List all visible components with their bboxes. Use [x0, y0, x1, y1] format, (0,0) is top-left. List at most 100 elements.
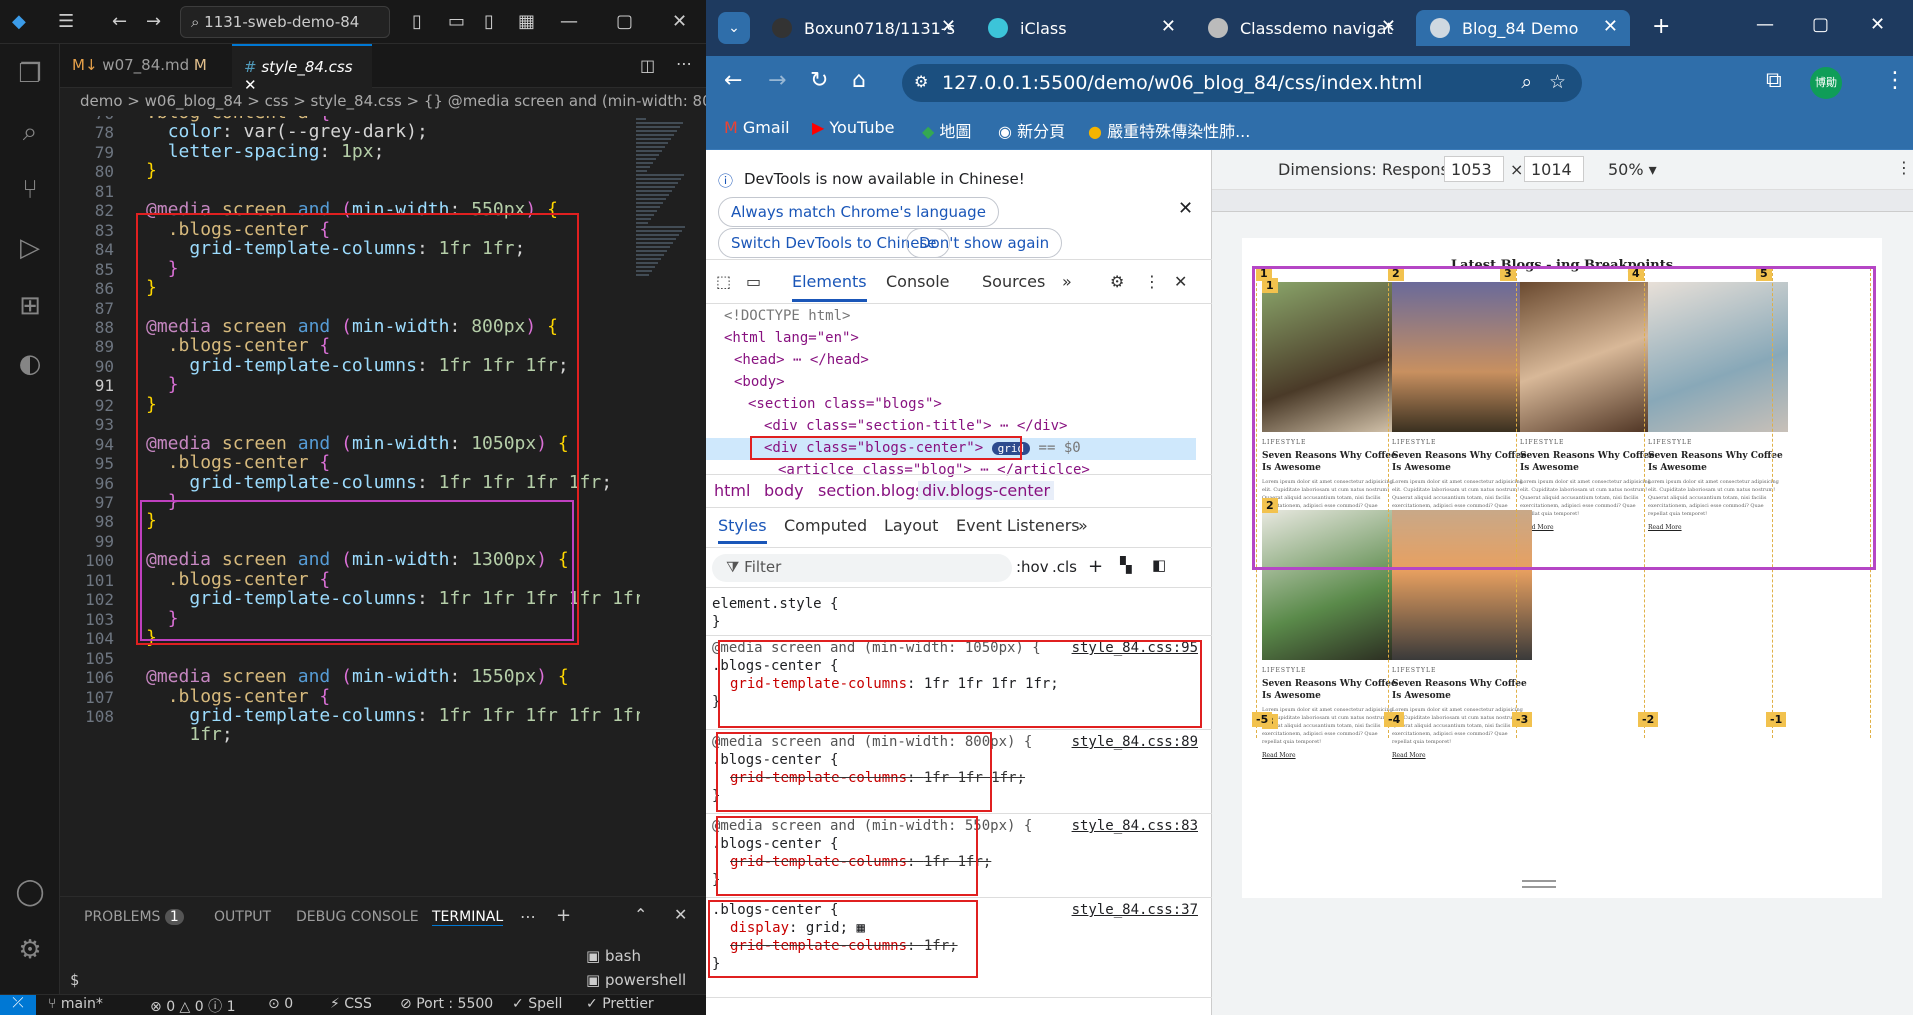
live-server-indicator[interactable]: ⊘ Port : 5500 [400, 996, 493, 1012]
terminal-item-powershell[interactable]: ▣ powershell [586, 971, 686, 989]
height-input[interactable]: 1014 [1524, 156, 1584, 182]
breadcrumb[interactable]: demo > w06_blog_84 > css > style_84.css … [60, 88, 706, 116]
doctype-node[interactable]: <!DOCTYPE html> [706, 306, 1196, 328]
rule-element-style[interactable]: element.style { } [706, 588, 1212, 636]
new-tab-icon[interactable]: + [1652, 14, 1670, 39]
devtools-menu-icon[interactable]: ⋮ [1144, 272, 1160, 291]
layout-icon[interactable]: ▦ [518, 11, 535, 32]
language-indicator[interactable]: ⚡ CSS [330, 996, 372, 1012]
chrome-tab-github[interactable]: Boxun0718/1131-s ✕ [758, 10, 968, 46]
panel-tab-terminal[interactable]: TERMINAL [432, 909, 504, 926]
hov-toggle[interactable]: :hov [1016, 558, 1049, 576]
section-title-node[interactable]: <div class="section-title"> ⋯ </div> [706, 416, 1196, 438]
rule-source-link[interactable]: style_84.css:83 [1072, 818, 1198, 834]
bookmark-new-tab[interactable]: ◉ 新分頁 [998, 118, 1065, 142]
minimize-icon[interactable]: — [1756, 14, 1774, 35]
tab-console[interactable]: Console [886, 272, 950, 291]
settings-gear-icon[interactable]: ⚙ [12, 932, 48, 968]
code-line[interactable]: 1fr; [146, 724, 232, 745]
dont-show-again-button[interactable]: Don't show again [906, 228, 1063, 258]
more-icon[interactable]: ⋯ [520, 907, 536, 926]
close-tab-icon[interactable]: ✕ [1603, 16, 1618, 37]
explorer-icon[interactable]: ❐ [12, 56, 48, 92]
code-line[interactable]: grid-template-columns: 1fr 1fr 1fr 1fr 1… [146, 705, 640, 726]
reload-icon[interactable]: ↻ [810, 68, 828, 93]
close-icon[interactable]: ✕ [672, 11, 687, 32]
spell-indicator[interactable]: ✓ Spell [512, 996, 562, 1012]
chrome-menu-icon[interactable]: ⋮ [1884, 68, 1906, 93]
close-window-icon[interactable]: ✕ [1870, 14, 1885, 35]
extensions-icon[interactable]: ⊞ [12, 288, 48, 324]
chrome-tab-iclass[interactable]: iClass ✕ [974, 10, 1188, 46]
panel-tab-output[interactable]: OUTPUT [214, 909, 271, 925]
bookmark-covid[interactable]: ● 嚴重特殊傳染性肺... [1088, 118, 1250, 142]
crumb-body[interactable]: body [764, 481, 804, 500]
device-toolbar-icon[interactable]: ▭ [746, 272, 761, 291]
new-terminal-icon[interactable]: + [556, 905, 571, 926]
device-menu-icon[interactable]: ⋮ [1896, 158, 1912, 177]
ports-indicator[interactable]: ⊙ 0 [268, 996, 293, 1012]
tab-style-css[interactable]: # style_84.css ✕ [232, 44, 372, 94]
subtab-computed[interactable]: Computed [784, 516, 867, 535]
new-rule-icon[interactable]: + [1088, 556, 1103, 577]
match-language-button[interactable]: Always match Chrome's language [718, 197, 999, 227]
crumb-div[interactable]: div.blogs-center [918, 481, 1055, 500]
panel-tab-debug-console[interactable]: DEBUG CONSOLE [296, 909, 419, 925]
tab-elements[interactable]: Elements [792, 272, 867, 302]
styles-filter-input[interactable]: ⧩ Filter [712, 554, 1012, 582]
forward-icon[interactable]: → [146, 11, 161, 32]
head-node[interactable]: <head> ⋯ </head> [706, 350, 1196, 372]
extensions-icon[interactable]: ⧉ [1766, 68, 1782, 93]
tab-w07-md[interactable]: M↓ w07_84.md M [60, 44, 230, 88]
resize-handle-bottom[interactable] [1522, 880, 1556, 888]
dom-tree[interactable]: <!DOCTYPE html> <html lang="en"> <head> … [706, 304, 1212, 478]
crumb-section[interactable]: section.blogs [818, 481, 924, 500]
menu-icon[interactable]: ☰ [58, 11, 74, 32]
prettier-indicator[interactable]: ✓ Prettier [586, 996, 654, 1012]
rule-source-link[interactable]: style_84.css:89 [1072, 734, 1198, 750]
toggle-secondary-icon[interactable]: ▯ [484, 11, 494, 32]
chrome-tab-classdemo[interactable]: Classdemo navigat ✕ [1194, 10, 1408, 46]
crumb-html[interactable]: html [714, 481, 750, 500]
zoom-icon[interactable]: ⌕ [1521, 71, 1532, 93]
source-control-icon[interactable]: ⑂ [12, 172, 48, 208]
subtab-layout[interactable]: Layout [884, 516, 938, 535]
maximize-icon[interactable]: ▢ [616, 11, 633, 32]
read-more-link[interactable]: Read More [1262, 752, 1296, 759]
subtab-event-listeners[interactable]: Event Listeners [956, 516, 1080, 535]
back-icon[interactable]: ← [724, 68, 742, 93]
terminal-item-bash[interactable]: ▣ bash [586, 947, 641, 965]
tab-sources[interactable]: Sources [982, 272, 1045, 291]
read-more-link[interactable]: Read More [1392, 752, 1426, 759]
paint-icon[interactable]: ▚ [1120, 556, 1132, 574]
sidebar-toggle-icon[interactable]: ◧ [1152, 556, 1166, 574]
remote-indicator-icon[interactable]: ⤫ [0, 995, 36, 1015]
bookmark-maps[interactable]: ◆ 地圖 [922, 118, 971, 142]
close-banner-icon[interactable]: ✕ [1178, 198, 1193, 219]
forward-icon[interactable]: → [768, 68, 786, 93]
cls-toggle[interactable]: .cls [1052, 558, 1077, 576]
more-tabs-icon[interactable]: » [1062, 272, 1072, 291]
zoom-select[interactable]: 50% ▾ [1608, 160, 1657, 179]
account-icon[interactable]: ◯ [12, 874, 48, 910]
close-panel-icon[interactable]: ✕ [674, 905, 687, 924]
maximize-icon[interactable]: ▢ [1812, 14, 1829, 35]
subtab-styles[interactable]: Styles [718, 516, 767, 544]
site-info-icon[interactable]: ⚙ [914, 72, 928, 91]
minimize-icon[interactable]: — [560, 11, 578, 32]
more-subtabs-icon[interactable]: » [1078, 516, 1088, 535]
rule-source-link[interactable]: style_84.css:37 [1072, 902, 1198, 918]
close-tab-icon[interactable]: ✕ [1161, 16, 1176, 37]
code-line[interactable]: .blogs-center { [146, 686, 331, 707]
bookmark-youtube[interactable]: ▶ YouTube [812, 118, 894, 137]
address-bar[interactable]: ⚙ 127.0.0.1:5500/demo/w06_blog_84/css/in… [902, 64, 1582, 102]
home-icon[interactable]: ⌂ [852, 68, 866, 93]
media-query-ruler[interactable] [1212, 190, 1913, 212]
width-input[interactable]: 1053 [1444, 156, 1504, 182]
run-debug-icon[interactable]: ▷ [12, 230, 48, 266]
close-devtools-icon[interactable]: ✕ [1174, 272, 1187, 291]
search-icon[interactable]: ⌕ [12, 114, 48, 150]
problems-indicator[interactable]: ⊗ 0 △ 0 ⓘ 1 [150, 996, 236, 1015]
tab-search-icon[interactable]: ⌄ [718, 12, 750, 44]
remote-icon[interactable]: ◐ [12, 346, 48, 382]
